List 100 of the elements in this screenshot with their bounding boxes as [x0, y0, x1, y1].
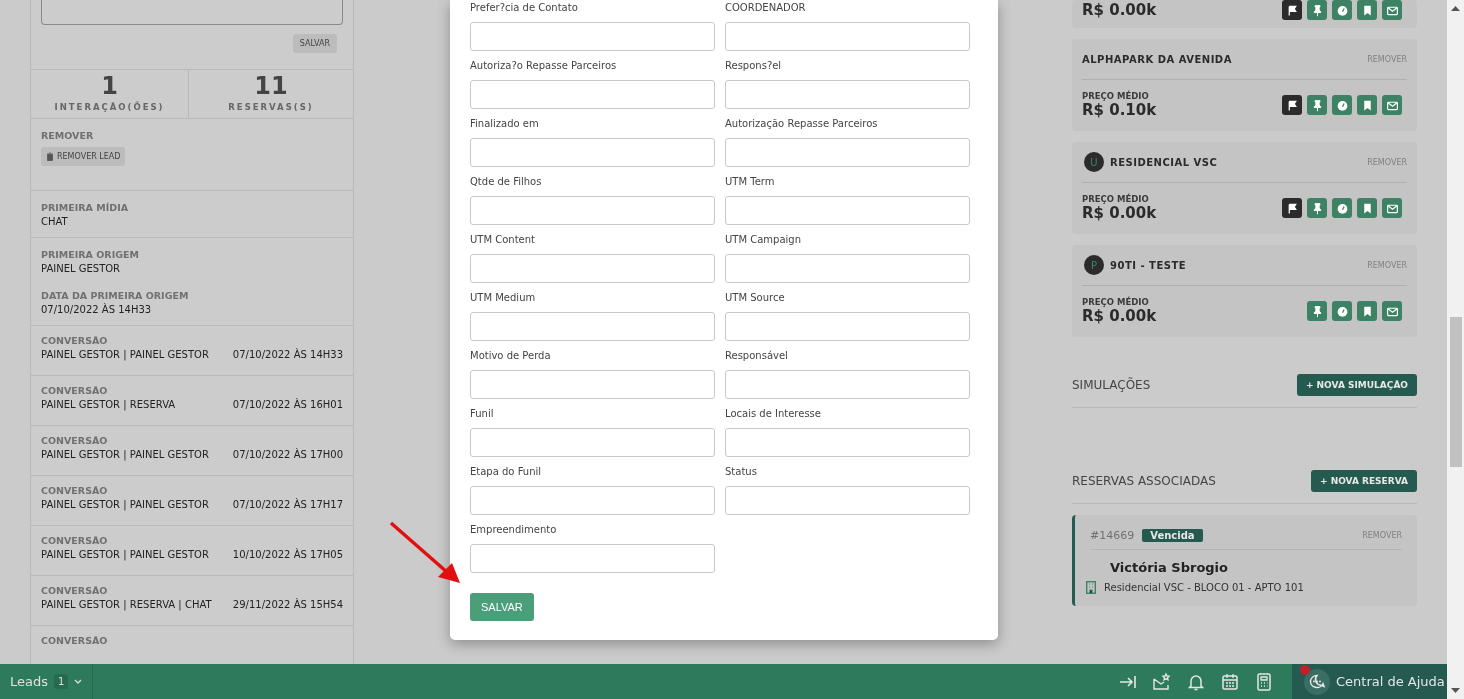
field-label: UTM Medium [470, 291, 537, 305]
help-center-button[interactable]: Central de Ajuda [1292, 664, 1447, 699]
field-label: Qtde de Filhos [470, 175, 543, 189]
status-badge: Vencida [1142, 529, 1203, 542]
field-label: UTM Term [725, 175, 776, 189]
info-value: 07/10/2022 ÀS 14H33 [41, 304, 153, 315]
section-title: SIMULAÇÕES [1072, 378, 1151, 392]
input-field[interactable] [470, 196, 715, 225]
flag-icon[interactable] [1282, 198, 1302, 218]
unit-text: Residencial VSC - BLOCO 01 - APTO 101 [1104, 582, 1304, 593]
bookmark-icon[interactable] [1357, 95, 1377, 115]
field-label: Locais de Interesse [725, 407, 822, 421]
field-label: Funil [470, 407, 495, 421]
reservation-id: #14669 [1090, 529, 1135, 542]
mail-icon[interactable] [1382, 95, 1402, 115]
conversion-label: CONVERSÃO [41, 335, 109, 346]
info-label: PRIMEIRA ORIGEM [41, 249, 139, 260]
mail-icon[interactable] [1382, 0, 1402, 20]
conversion-label: CONVERSÃO [41, 585, 109, 596]
remove-lead-button[interactable]: REMOVER LEAD [41, 147, 126, 166]
chevron-down-icon[interactable] [74, 678, 83, 685]
input-field[interactable] [470, 22, 715, 51]
new-reservation-button[interactable]: + NOVA RESERVA [1310, 470, 1417, 492]
stat-label: INTERAÇÃO(ÕES) [54, 102, 165, 112]
scroll-down-icon[interactable] [1451, 687, 1460, 693]
input-field[interactable] [470, 428, 715, 457]
pin-icon[interactable] [1307, 198, 1327, 218]
field-label: Respons?el [725, 59, 783, 73]
mail-icon[interactable] [1382, 198, 1402, 218]
input-field[interactable] [470, 312, 715, 341]
scrollbar[interactable] [1447, 0, 1464, 699]
info-value: CHAT [41, 216, 69, 227]
scroll-up-icon[interactable] [1451, 6, 1460, 12]
property-name: RESIDENCIAL VSC [1110, 156, 1219, 168]
save-button[interactable]: SALVAR [292, 34, 337, 53]
input-field[interactable] [725, 138, 970, 167]
mail-icon[interactable] [1382, 301, 1402, 321]
input-field[interactable] [470, 486, 715, 515]
field-label: Motivo de Perda [470, 349, 552, 363]
mail-star-icon[interactable] [1152, 671, 1172, 692]
conversion-source: PAINEL GESTOR | RESERVA [41, 399, 176, 410]
flag-icon[interactable] [1282, 95, 1302, 115]
input-field[interactable] [470, 254, 715, 283]
input-field[interactable] [725, 196, 970, 225]
input-field[interactable] [725, 486, 970, 515]
bookmark-icon[interactable] [1357, 198, 1377, 218]
conversion-date: 07/10/2022 ÀS 16H01 [232, 399, 343, 410]
input-field[interactable] [470, 138, 715, 167]
input-field[interactable] [725, 254, 970, 283]
stat-value: 1 [101, 72, 118, 100]
price-label: PREÇO MÉDIO [1082, 194, 1150, 204]
conversion-label: CONVERSÃO [41, 485, 109, 496]
save-button[interactable]: SALVAR [470, 593, 534, 621]
gauge-icon[interactable] [1332, 301, 1352, 321]
input-field[interactable] [725, 312, 970, 341]
trash-icon [46, 152, 54, 161]
conversion-date: 07/10/2022 ÀS 17H00 [232, 449, 343, 460]
remove-link[interactable]: REMOVER [1367, 54, 1407, 64]
conversion-label: CONVERSÃO [41, 435, 109, 446]
bookmark-icon[interactable] [1357, 0, 1377, 20]
info-label: DATA DA PRIMEIRA ORIGEM [41, 290, 189, 301]
gauge-icon[interactable] [1332, 95, 1352, 115]
info-value: PAINEL GESTOR [41, 263, 122, 274]
conversion-date: 29/11/2022 ÀS 15H54 [232, 599, 343, 610]
field-label: UTM Campaign [725, 233, 803, 247]
stat-label: RESERVAS(S) [228, 102, 314, 112]
pin-icon[interactable] [1307, 301, 1327, 321]
pin-icon[interactable] [1307, 95, 1327, 115]
input-field[interactable] [470, 544, 715, 573]
input-field[interactable] [725, 428, 970, 457]
scroll-thumb[interactable] [1449, 317, 1462, 467]
field-label: Autorização Repasse Parceiros [725, 117, 879, 131]
input-field[interactable] [470, 370, 715, 399]
calculator-icon[interactable] [1254, 671, 1274, 692]
remove-link[interactable]: REMOVER [1367, 157, 1407, 167]
remove-link[interactable]: REMOVER [1362, 531, 1402, 540]
conversion-label: CONVERSÃO [41, 535, 109, 546]
field-label: Responsável [725, 349, 789, 363]
section-title: RESERVAS ASSOCIADAS [1072, 474, 1216, 488]
input-field[interactable] [725, 80, 970, 109]
gauge-icon[interactable] [1332, 0, 1352, 20]
conversion-source: PAINEL GESTOR | RESERVA | CHAT [41, 599, 212, 610]
field-label: UTM Content [470, 233, 536, 247]
calendar-icon[interactable] [1220, 671, 1240, 692]
price-label: PREÇO MÉDIO [1082, 297, 1150, 307]
field-label: COORDENADOR [725, 1, 807, 15]
note-field[interactable] [41, 0, 343, 25]
flag-icon[interactable] [1282, 0, 1302, 20]
price-value: R$ 0.00k [1082, 307, 1157, 325]
new-simulation-button[interactable]: + NOVA SIMULAÇÃO [1296, 374, 1417, 396]
pin-icon[interactable] [1307, 0, 1327, 20]
remove-link[interactable]: REMOVER [1367, 260, 1407, 270]
building-icon [1086, 581, 1096, 594]
leads-tab[interactable]: Leads [10, 674, 48, 689]
gauge-icon[interactable] [1332, 198, 1352, 218]
input-field[interactable] [725, 370, 970, 399]
input-field[interactable] [470, 80, 715, 109]
field-label: Finalizado em [470, 117, 540, 131]
bookmark-icon[interactable] [1357, 301, 1377, 321]
input-field[interactable] [725, 22, 970, 51]
